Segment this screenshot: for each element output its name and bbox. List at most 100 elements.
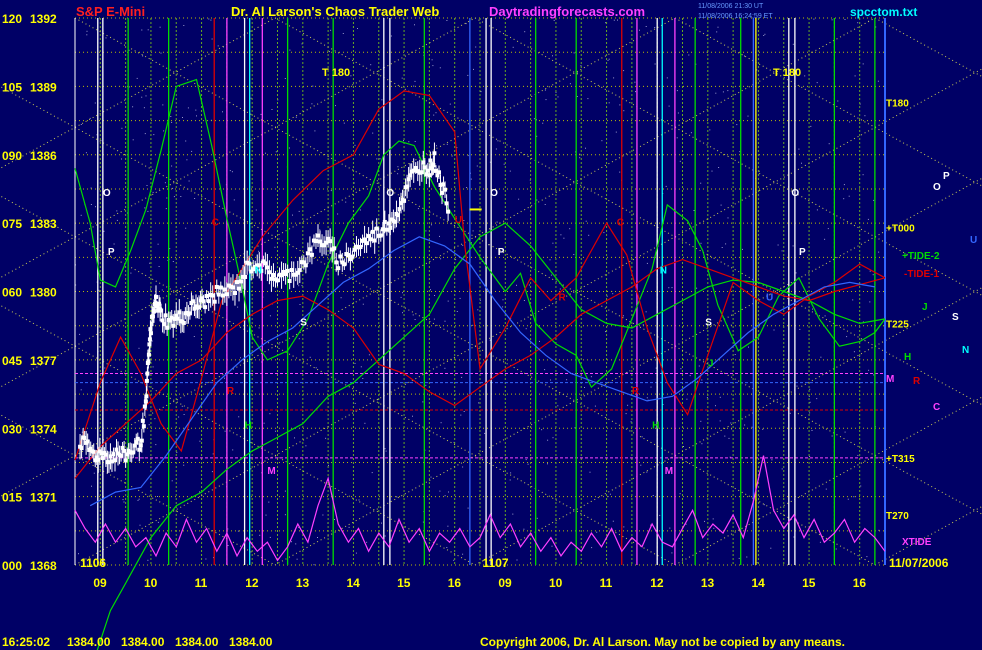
right-level-label: +T315 [886,454,915,465]
star-dot [683,446,684,447]
star-dot [738,557,740,559]
star-dot [137,499,139,501]
star-dot [700,242,702,244]
star-dot [384,448,386,450]
star-dot [91,485,92,487]
star-dot [149,262,151,264]
star-dot [831,435,833,437]
star-dot [155,444,157,446]
star-dot [764,33,766,35]
chart-letter: C [212,217,219,228]
star-dot [734,354,736,355]
star-dot [552,242,554,244]
star-dot [90,187,92,189]
right-level-labels: T180 +T000 T225 M +T315 T270 [886,98,915,522]
star-dot [275,430,276,432]
tide-line-0 [74,78,886,389]
site-link[interactable]: Daytradingforecasts.com [489,4,645,19]
star-dot [265,152,266,154]
star-dot [240,357,241,359]
star-dot [122,499,124,501]
star-dot [560,234,562,236]
star-dot [591,547,593,549]
star-dot [325,437,327,439]
star-dot [589,471,591,473]
star-dot [544,204,546,205]
star-dot [430,289,431,291]
star-dot [654,27,656,28]
price-body [181,320,186,325]
star-dot [162,104,164,106]
price-body [402,198,407,203]
price-body [350,254,355,259]
star-dot [715,92,717,94]
star-dot [342,33,344,34]
star-dot [536,135,538,137]
star-dot [872,274,874,276]
star-dot [362,378,364,379]
star-dot [573,254,575,255]
star-dot [152,366,154,368]
price-body [141,424,146,429]
star-dot [461,376,463,378]
star-dot [180,196,182,197]
star-dot [622,315,624,317]
star-dot [193,336,195,337]
star-dot [596,531,598,533]
price-body [146,352,151,357]
price-body [206,299,211,304]
star-dot [668,287,670,289]
star-dot [869,270,871,272]
price-body [143,399,148,404]
star-dot [717,26,719,28]
star-dot [552,55,553,57]
x-hour-label: 13 [296,576,310,590]
star-dot [159,26,161,28]
star-dot [860,485,862,487]
star-dot [279,342,281,344]
star-dot [263,422,265,424]
star-dot [864,115,866,117]
star-dot [463,220,465,221]
star-dot [502,299,504,301]
star-dot [141,96,143,98]
chart-letter: O [103,188,111,199]
star-dot [434,295,435,296]
star-dot [414,141,416,142]
star-dot [164,182,166,184]
star-dot [132,139,134,141]
x-hour-label: 14 [346,576,360,590]
star-dot [612,293,614,295]
price-body [380,227,385,232]
star-dot [509,170,511,172]
star-dot [298,285,300,287]
star-dot [414,80,416,82]
legend-item: P [943,171,950,182]
star-dot [284,78,286,79]
star-dot [873,374,875,376]
star-dot [402,292,403,294]
star-dot [319,229,321,231]
right-level-label: T225 [886,319,909,330]
star-dot [576,72,578,74]
y-price-label: 1383 [30,217,57,231]
star-dot [80,389,82,391]
star-dot [315,367,317,369]
right-level-label: M [886,374,894,385]
star-dot [116,219,118,221]
star-dot [503,163,505,165]
star-dot [847,498,849,500]
star-dot [798,148,800,150]
star-dot [533,118,535,120]
star-dot [512,513,514,515]
star-dot [480,91,482,93]
star-dot [178,416,180,418]
star-dot [103,230,105,232]
star-dot [496,221,498,223]
star-dot [435,112,437,114]
chart-letter: P [108,247,115,258]
star-dot [79,333,81,335]
star-dot [509,479,511,481]
end-date-label: 11/07/2006 [889,556,949,570]
star-dot [709,129,711,131]
